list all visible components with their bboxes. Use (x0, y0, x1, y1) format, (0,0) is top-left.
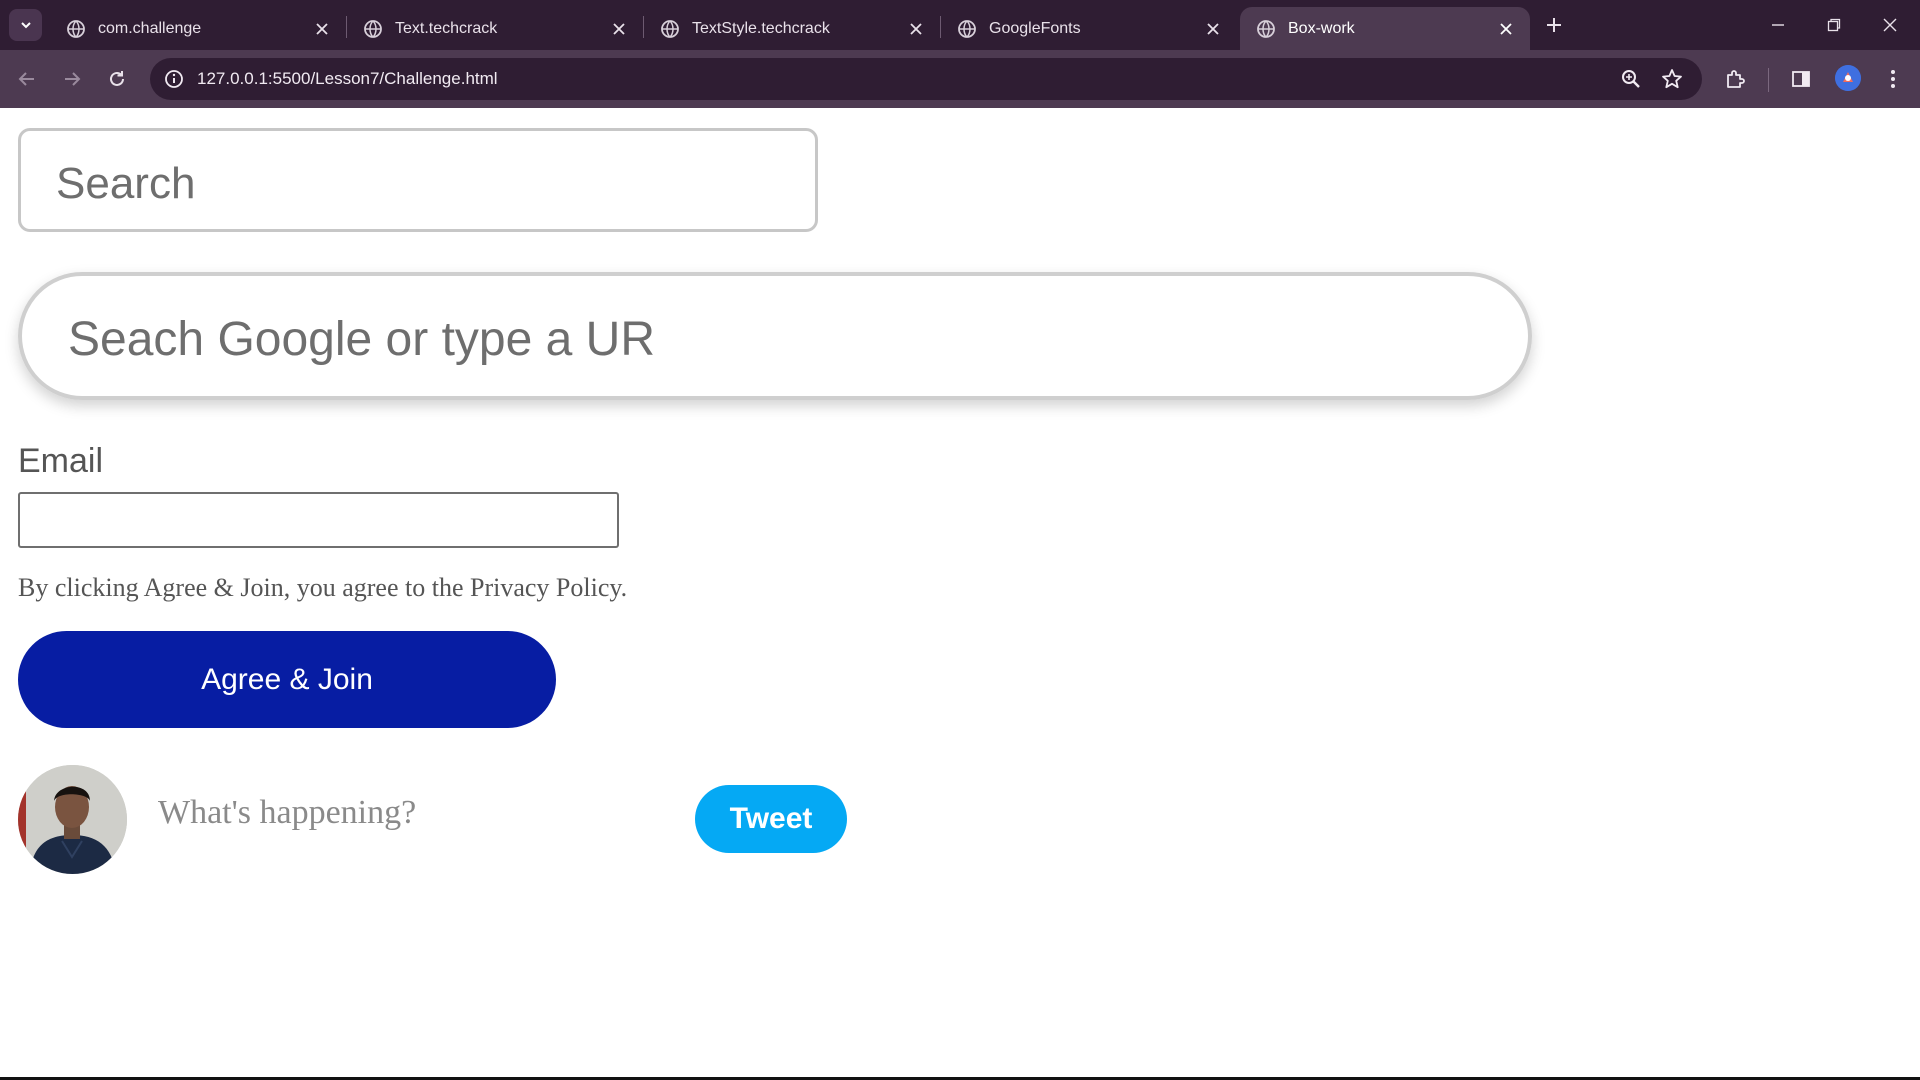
close-window-button[interactable] (1862, 0, 1918, 50)
toolbar-divider (1768, 68, 1769, 92)
menu-button[interactable] (1876, 62, 1910, 96)
forward-button[interactable] (55, 62, 89, 96)
extensions-button[interactable] (1718, 62, 1752, 96)
page-content: Search Seach Google or type a UR Email B… (0, 108, 1920, 1078)
close-icon[interactable] (902, 15, 930, 43)
globe-icon (1257, 19, 1275, 38)
side-panel-icon (1792, 71, 1810, 87)
avatar (18, 765, 127, 874)
browser-tab[interactable]: com.challenge (50, 7, 346, 50)
arrow-left-icon (18, 72, 34, 86)
tab-title: Box-work (1288, 19, 1355, 37)
globe-icon (661, 19, 679, 38)
tweet-compose-input[interactable]: What's happening? (158, 794, 416, 832)
browser-toolbar: 127.0.0.1:5500/Lesson7/Challenge.html (0, 50, 1920, 108)
tab-strip: com.challenge Text.techcrack TextStyle.t… (0, 0, 1920, 50)
chevron-down-icon (20, 22, 31, 29)
tab-title: Text.techcrack (395, 19, 498, 37)
minimize-icon (1772, 24, 1784, 26)
address-bar[interactable]: 127.0.0.1:5500/Lesson7/Challenge.html (150, 58, 1702, 100)
more-vert-icon (1891, 70, 1895, 88)
user-photo (18, 765, 127, 874)
agree-join-label: Agree & Join (201, 662, 373, 696)
star-icon[interactable] (1658, 65, 1686, 93)
google-search-placeholder: Seach Google or type a UR (68, 313, 655, 366)
side-panel-button[interactable] (1784, 62, 1818, 96)
restore-icon (1827, 18, 1841, 32)
browser-tab[interactable]: TextStyle.techcrack (644, 7, 940, 50)
close-icon[interactable] (1492, 15, 1520, 43)
restore-button[interactable] (1806, 0, 1862, 50)
tab-search-button[interactable] (9, 9, 42, 41)
browser-tab-active[interactable]: Box-work (1240, 7, 1530, 50)
reload-button[interactable] (100, 62, 134, 96)
close-icon[interactable] (1199, 15, 1227, 43)
tab-title: com.challenge (98, 19, 202, 37)
globe-icon (958, 19, 976, 38)
back-button[interactable] (10, 62, 44, 96)
reload-icon (110, 71, 124, 86)
info-icon[interactable] (162, 67, 186, 91)
search-input[interactable]: Search (18, 128, 818, 232)
tab-title: TextStyle.techcrack (692, 19, 830, 37)
google-search-input[interactable]: Seach Google or type a UR (18, 272, 1532, 400)
search-placeholder: Search (56, 159, 196, 208)
puzzle-icon (1727, 70, 1745, 88)
agree-join-button[interactable]: Agree & Join (18, 631, 556, 728)
browser-tab[interactable]: Text.techcrack (347, 7, 643, 50)
minimize-button[interactable] (1750, 0, 1806, 50)
tweet-label: Tweet (729, 802, 813, 835)
close-icon (1883, 18, 1897, 32)
email-label: Email (18, 442, 104, 480)
privacy-notice: By clicking Agree & Join, you agree to t… (18, 573, 628, 602)
globe-icon (67, 19, 85, 38)
profile-icon (1835, 65, 1861, 91)
url-text[interactable]: 127.0.0.1:5500/Lesson7/Challenge.html (197, 69, 498, 89)
tweet-button[interactable]: Tweet (695, 785, 847, 853)
globe-icon (364, 19, 382, 38)
new-tab-button[interactable] (1538, 11, 1570, 39)
tab-title: GoogleFonts (989, 19, 1081, 37)
profile-avatar[interactable] (1835, 65, 1861, 91)
plus-icon (1547, 18, 1561, 32)
close-icon[interactable] (605, 15, 633, 43)
close-icon[interactable] (308, 15, 336, 43)
arrow-right-icon (65, 72, 81, 86)
zoom-icon[interactable] (1617, 65, 1645, 93)
browser-tab[interactable]: GoogleFonts (941, 7, 1237, 50)
email-field[interactable] (18, 492, 619, 548)
